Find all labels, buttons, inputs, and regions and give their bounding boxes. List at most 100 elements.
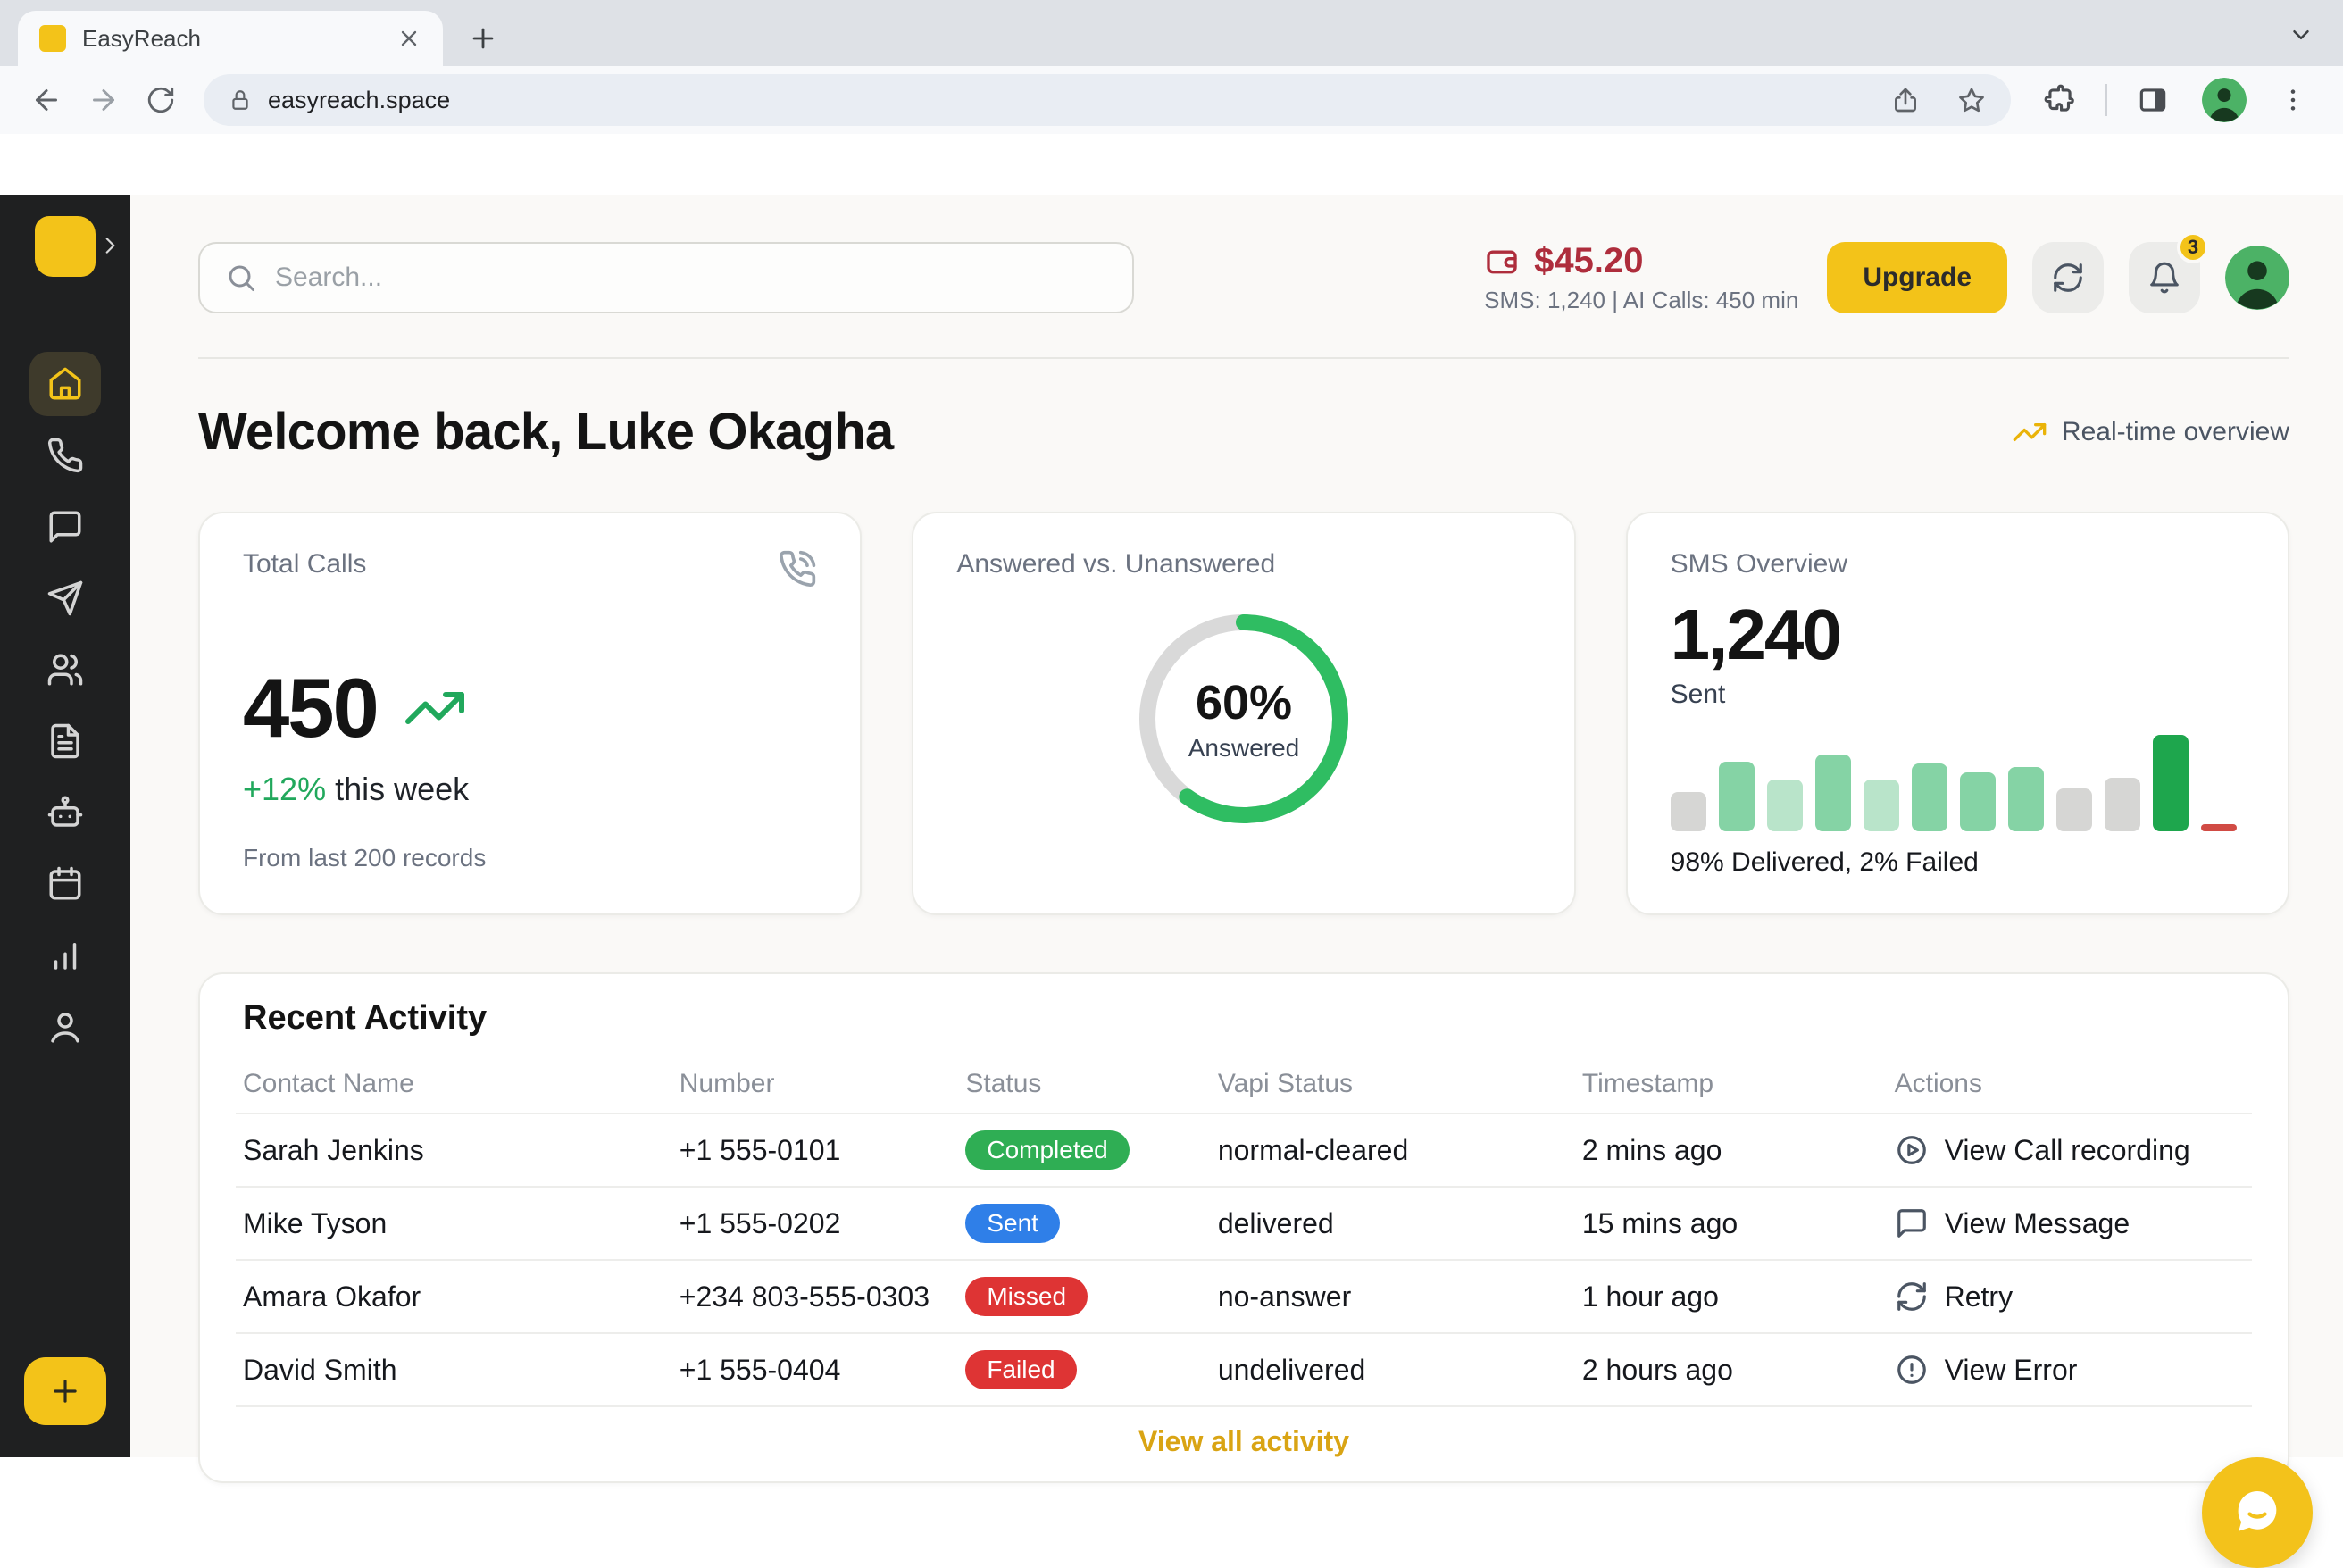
app-topbar: $45.20 SMS: 1,240 | AI Calls: 450 min Up… <box>198 241 2289 314</box>
tab-title: EasyReach <box>82 25 380 53</box>
action-label: Retry <box>1945 1280 2013 1314</box>
home-icon <box>46 365 84 403</box>
vapi-status: normal-cleared <box>1218 1134 1582 1167</box>
sidebar-add-button[interactable] <box>24 1357 106 1425</box>
usage-summary: SMS: 1,240 | AI Calls: 450 min <box>1484 287 1798 314</box>
sms-bar <box>2008 767 2044 831</box>
recent-activity-panel: Recent Activity Contact NameNumberStatus… <box>198 972 2289 1483</box>
status-badge: Sent <box>965 1204 1060 1243</box>
sms-bar <box>1815 755 1851 831</box>
extensions-icon[interactable] <box>2043 83 2077 117</box>
trending-up-icon <box>2012 414 2047 450</box>
share-icon[interactable] <box>1891 86 1920 114</box>
row-action-missed[interactable]: Retry <box>1895 1280 2245 1314</box>
sidebar-expand-chevron-icon[interactable] <box>98 234 121 257</box>
browser-toolbar: easyreach.space <box>0 66 2343 134</box>
address-bar[interactable]: easyreach.space <box>204 74 2011 126</box>
sidebar-nav <box>29 352 101 1059</box>
file-icon <box>46 722 84 760</box>
sidebar-item-documents[interactable] <box>29 709 101 773</box>
browser-profile-avatar[interactable] <box>2202 78 2247 122</box>
message-icon <box>1895 1206 1929 1240</box>
tab-close-icon[interactable] <box>396 26 421 51</box>
chart-icon <box>46 937 84 974</box>
table-row: Mike Tyson+1 555-0202Sentdelivered15 min… <box>236 1186 2252 1259</box>
page: $45.20 SMS: 1,240 | AI Calls: 450 min Up… <box>0 134 2343 1457</box>
table-row: Amara Okafor+234 803-555-0303Missedno-an… <box>236 1259 2252 1332</box>
realtime-overview-label: Real-time overview <box>2012 414 2289 450</box>
browser-tab[interactable]: EasyReach <box>18 11 443 66</box>
side-panel-icon[interactable] <box>2136 83 2170 117</box>
contact-name: Sarah Jenkins <box>243 1134 680 1167</box>
sms-bar <box>1767 780 1803 831</box>
sidebar-item-ai-agent[interactable] <box>29 780 101 845</box>
contact-number: +1 555-0101 <box>680 1134 966 1167</box>
table-row: David Smith+1 555-0404Failedundelivered2… <box>236 1332 2252 1405</box>
new-tab-button[interactable] <box>468 23 498 54</box>
reload-icon <box>146 85 176 115</box>
sms-overview-card: SMS Overview 1,240 Sent 98% Delivered, 2… <box>1626 512 2289 915</box>
table-header: Contact NameNumberStatusVapi StatusTimes… <box>236 1055 2252 1113</box>
bell-icon <box>2147 261 2181 295</box>
sidebar-item-profile[interactable] <box>29 995 101 1059</box>
sms-bar <box>2153 735 2189 831</box>
total-calls-delta: +12% this week <box>243 771 817 808</box>
sidebar-item-messages[interactable] <box>29 495 101 559</box>
sms-bar-chart <box>1671 735 2245 831</box>
users-icon <box>46 651 84 688</box>
search-icon <box>225 262 257 294</box>
back-button[interactable] <box>21 75 71 125</box>
column-header: Number <box>680 1069 966 1099</box>
sms-bar <box>2056 788 2092 831</box>
sms-bar <box>1671 792 1706 831</box>
sidebar-item-calls[interactable] <box>29 423 101 488</box>
balance-amount: $45.20 <box>1534 241 1643 281</box>
view-all-activity-link[interactable]: View all activity <box>236 1405 2252 1481</box>
row-action-failed[interactable]: View Error <box>1895 1353 2245 1387</box>
send-icon <box>46 580 84 617</box>
tab-list-chevron-icon[interactable] <box>2288 21 2314 48</box>
table-row: Sarah Jenkins+1 555-0101Completednormal-… <box>236 1113 2252 1186</box>
bot-icon <box>46 794 84 831</box>
forward-button[interactable] <box>79 75 129 125</box>
action-label: View Call recording <box>1945 1134 2190 1167</box>
answered-percent: 60% <box>1196 675 1292 730</box>
app-logo[interactable] <box>35 216 96 277</box>
row-action-completed[interactable]: View Call recording <box>1895 1133 2245 1167</box>
balance-block: $45.20 SMS: 1,240 | AI Calls: 450 min <box>1484 241 1798 314</box>
phone-call-icon <box>778 549 817 588</box>
sidebar-item-analytics[interactable] <box>29 923 101 988</box>
phone-icon <box>46 437 84 474</box>
sms-bar <box>1912 763 1947 831</box>
timestamp: 2 hours ago <box>1582 1354 1895 1387</box>
answered-donut-chart: 60% Answered <box>1126 601 1362 837</box>
url-text: easyreach.space <box>268 87 1854 114</box>
refresh-icon <box>2051 261 2085 295</box>
column-header: Actions <box>1895 1069 2245 1099</box>
timestamp: 1 hour ago <box>1582 1280 1895 1314</box>
notifications-button[interactable]: 3 <box>2129 242 2200 313</box>
reload-button[interactable] <box>136 75 186 125</box>
upgrade-button[interactable]: Upgrade <box>1827 242 2007 313</box>
status-cell: Missed <box>965 1277 1217 1316</box>
action-label: View Message <box>1945 1207 2130 1240</box>
sidebar-item-home[interactable] <box>29 352 101 416</box>
sidebar-item-campaigns[interactable] <box>29 566 101 630</box>
sidebar-item-calendar[interactable] <box>29 852 101 916</box>
bookmark-star-icon[interactable] <box>1957 86 1986 114</box>
user-icon <box>46 1008 84 1046</box>
search-input[interactable] <box>275 263 1107 293</box>
row-action-sent[interactable]: View Message <box>1895 1206 2245 1240</box>
answered-label: Answered <box>1188 734 1300 763</box>
refresh-button[interactable] <box>2032 242 2104 313</box>
contact-name: Amara Okafor <box>243 1280 680 1314</box>
contact-number: +234 803-555-0303 <box>680 1280 966 1314</box>
user-avatar[interactable] <box>2225 246 2289 310</box>
sidebar-item-contacts[interactable] <box>29 638 101 702</box>
search-bar[interactable] <box>198 242 1134 313</box>
browser-menu-icon[interactable] <box>2279 83 2307 117</box>
forward-icon <box>88 84 120 116</box>
alert-circle-icon <box>1895 1353 1929 1387</box>
chat-widget-button[interactable] <box>2202 1457 2313 1568</box>
sms-caption: 98% Delivered, 2% Failed <box>1671 847 2245 878</box>
